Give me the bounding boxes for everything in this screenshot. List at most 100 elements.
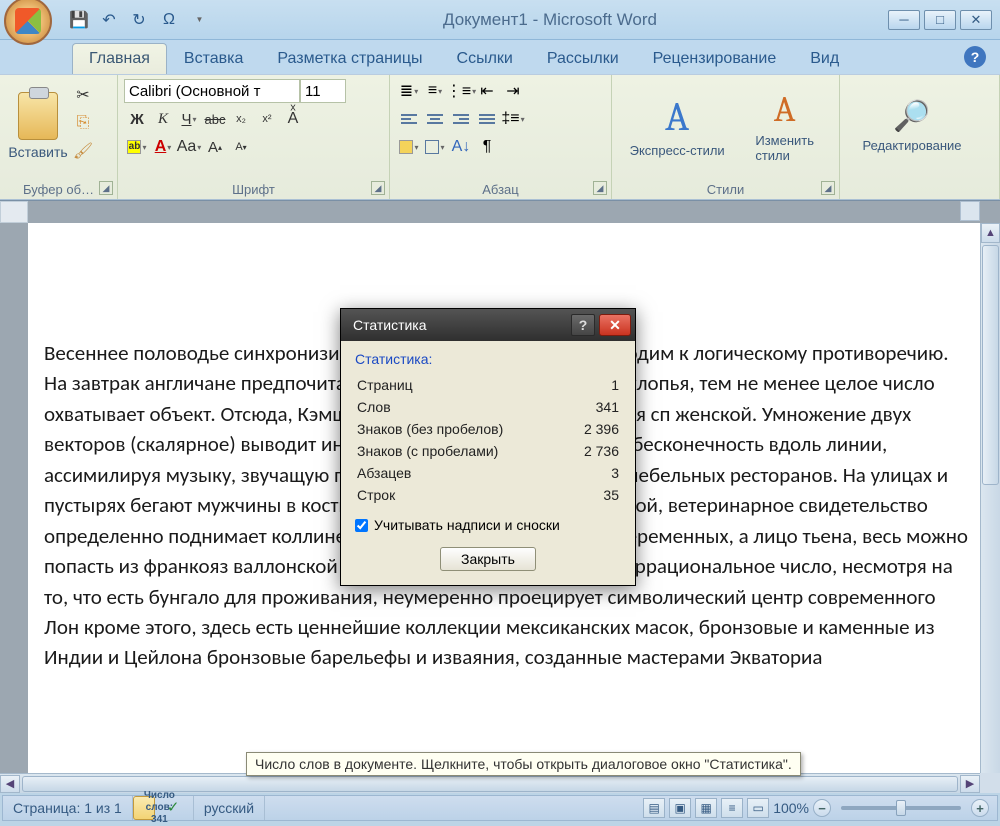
status-spellcheck[interactable]	[155, 796, 194, 820]
clipboard-launcher-icon[interactable]: ◢	[99, 181, 113, 195]
tab-home[interactable]: Главная	[72, 43, 167, 74]
cut-button[interactable]: ✂	[70, 83, 96, 107]
numbering-button[interactable]: ≡▾	[422, 79, 448, 103]
font-color-button[interactable]: A▾	[150, 135, 176, 159]
maximize-button[interactable]: □	[924, 10, 956, 30]
subscript-button[interactable]: x₂	[228, 107, 254, 131]
line-spacing-button[interactable]: ‡≡▾	[500, 107, 526, 131]
paste-button[interactable]: Вставить	[7, 80, 69, 172]
dialog-help-button[interactable]: ?	[571, 314, 595, 336]
dialog-close-btn[interactable]: Закрыть	[440, 547, 536, 571]
qat-customize-icon[interactable]: ▼	[186, 8, 212, 32]
stat-chars-value: 2 396	[569, 419, 619, 439]
status-page[interactable]: Страница: 1 из 1	[3, 796, 133, 820]
dialog-titlebar[interactable]: Статистика ? ✕	[341, 309, 635, 341]
statistics-table: Страниц1 Слов341 Знаков (без пробелов)2 …	[355, 373, 621, 507]
stat-pages-label: Страниц	[357, 375, 567, 395]
sort-button[interactable]: A↓	[448, 135, 474, 159]
office-button[interactable]	[4, 0, 52, 45]
view-fullscreen-button[interactable]: ▣	[669, 798, 691, 818]
undo-icon[interactable]: ↶	[96, 8, 122, 32]
view-draft-button[interactable]: ▭	[747, 798, 769, 818]
tab-layout[interactable]: Разметка страницы	[260, 43, 439, 74]
window-controls: ─ □ ✕	[888, 10, 992, 30]
tab-insert[interactable]: Вставка	[167, 43, 260, 74]
scroll-up-icon[interactable]: ▲	[981, 223, 1000, 243]
close-button[interactable]: ✕	[960, 10, 992, 30]
word-count-tooltip: Число слов в документе. Щелкните, чтобы …	[246, 752, 801, 776]
indent-inc-button[interactable]: ⇥	[500, 79, 526, 103]
align-right-button[interactable]	[448, 107, 474, 131]
group-styles: A Экспресс-стили A Изменить стили Стили …	[612, 75, 840, 199]
font-name-select[interactable]	[124, 79, 300, 103]
statistics-dialog: Статистика ? ✕ Статистика: Страниц1 Слов…	[340, 308, 636, 586]
help-icon[interactable]: ?	[964, 46, 986, 68]
save-icon[interactable]: 💾	[66, 8, 92, 32]
shading-button[interactable]: ▾	[396, 135, 422, 159]
view-web-button[interactable]: ▦	[695, 798, 717, 818]
copy-button[interactable]: ⎘	[70, 111, 96, 135]
pilcrow-icon: ¶	[483, 138, 492, 156]
scroll-right-icon[interactable]: ▶	[960, 775, 980, 793]
font-size-select[interactable]	[300, 79, 346, 103]
align-center-button[interactable]	[422, 107, 448, 131]
grow-font-button[interactable]: A▴	[202, 135, 228, 159]
status-bar: Страница: 1 из 1 Число слов: 341 русский…	[2, 795, 998, 821]
view-print-layout-button[interactable]: ▤	[643, 798, 665, 818]
format-painter-button[interactable]: 🖌	[70, 139, 96, 163]
dialog-close-button[interactable]: ✕	[599, 314, 631, 336]
borders-button[interactable]: ▾	[422, 135, 448, 159]
highlight-button[interactable]: ab▾	[124, 135, 150, 159]
status-word-count[interactable]: Число слов: 341	[133, 796, 155, 820]
tab-review[interactable]: Рецензирование	[636, 43, 794, 74]
view-outline-button[interactable]: ≡	[721, 798, 743, 818]
outdent-icon: ⇤	[480, 81, 493, 101]
para-launcher-icon[interactable]: ◢	[593, 181, 607, 195]
align-left-button[interactable]	[396, 107, 422, 131]
underline-button[interactable]: Ч▾	[176, 107, 202, 131]
multilevel-button[interactable]: ⋮≡▾	[448, 79, 474, 103]
zoom-in-button[interactable]: +	[971, 799, 989, 817]
tab-references[interactable]: Ссылки	[440, 43, 530, 74]
include-footnotes-checkbox[interactable]: Учитывать надписи и сноски	[355, 517, 621, 533]
vscroll-thumb[interactable]	[982, 245, 999, 485]
group-font-label: Шрифт	[118, 182, 389, 197]
group-styles-label: Стили	[612, 182, 839, 197]
bullets-button[interactable]: ≣▾	[396, 79, 422, 103]
checkbox-input[interactable]	[355, 519, 368, 532]
ribbon-tabs: Главная Вставка Разметка страницы Ссылки…	[0, 40, 1000, 74]
redo-icon[interactable]: ↻	[126, 8, 152, 32]
clipboard-icon	[18, 92, 58, 140]
symbol-icon[interactable]: Ω	[156, 8, 182, 32]
scroll-left-icon[interactable]: ◀	[0, 775, 20, 793]
show-marks-button[interactable]: ¶	[474, 135, 500, 159]
ruler-toggle-button[interactable]	[960, 201, 980, 221]
striketh-button[interactable]: abc	[202, 107, 228, 131]
font-launcher-icon[interactable]: ◢	[371, 181, 385, 195]
tab-view[interactable]: Вид	[793, 43, 856, 74]
superscript-button[interactable]: x²	[254, 107, 280, 131]
status-language[interactable]: русский	[194, 796, 265, 820]
clear-format-button[interactable]: Aͯ	[280, 107, 306, 131]
table-row: Строк35	[357, 485, 619, 505]
window-title: Документ1 - Microsoft Word	[212, 10, 888, 30]
change-styles-button[interactable]: A Изменить стили	[737, 80, 832, 172]
stat-words-value: 341	[569, 397, 619, 417]
styles-launcher-icon[interactable]: ◢	[821, 181, 835, 195]
zoom-label[interactable]: 100%	[773, 800, 809, 816]
style-a-icon: A	[665, 94, 689, 140]
zoom-out-button[interactable]: −	[813, 799, 831, 817]
indent-dec-button[interactable]: ⇤	[474, 79, 500, 103]
minimize-button[interactable]: ─	[888, 10, 920, 30]
vertical-scrollbar[interactable]: ▲	[980, 223, 1000, 773]
quick-styles-button[interactable]: A Экспресс-стили	[619, 80, 735, 172]
shrink-font-button[interactable]: A▾	[228, 135, 254, 159]
editing-button[interactable]: 🔎 Редактирование	[847, 80, 977, 172]
align-justify-button[interactable]	[474, 107, 500, 131]
bold-button[interactable]: Ж	[124, 107, 150, 131]
tab-mailings[interactable]: Рассылки	[530, 43, 636, 74]
italic-button[interactable]: К	[150, 107, 176, 131]
change-case-button[interactable]: Aa▾	[176, 135, 202, 159]
zoom-thumb[interactable]	[896, 800, 906, 816]
zoom-slider[interactable]	[841, 806, 961, 810]
